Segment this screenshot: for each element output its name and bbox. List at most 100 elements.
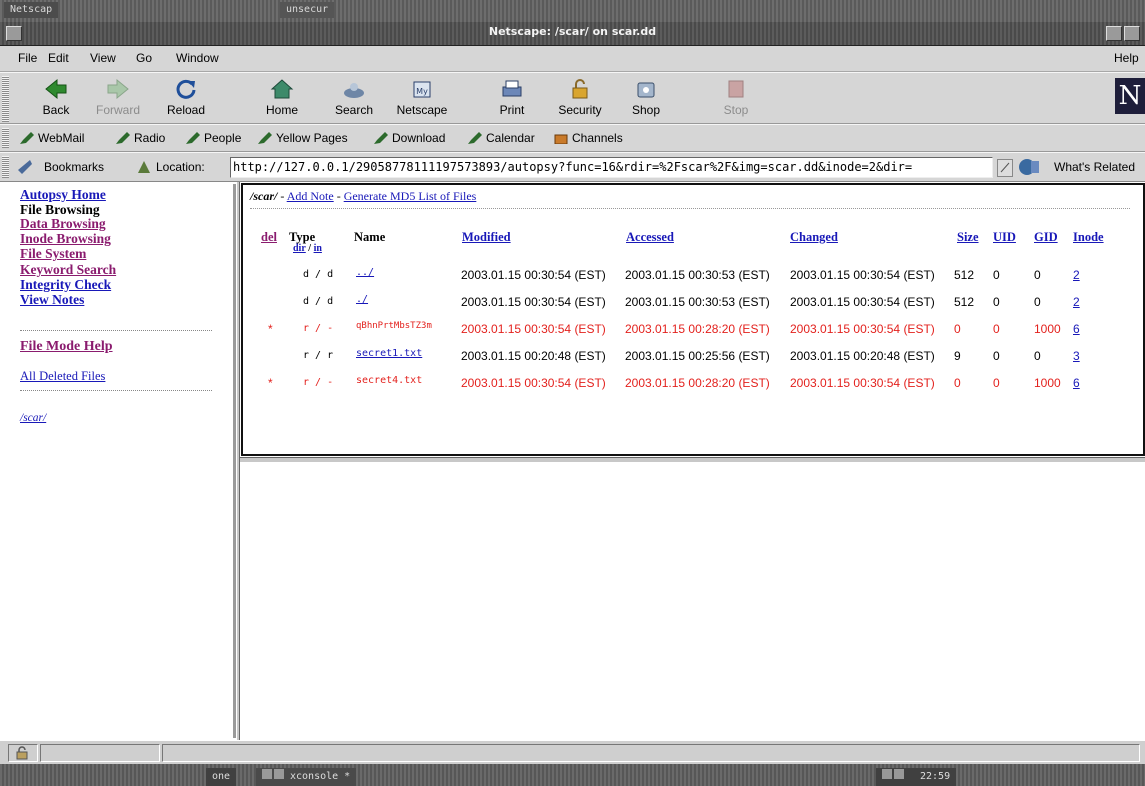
url-dropdown-button[interactable] — [997, 159, 1013, 177]
header-accessed[interactable]: Accessed — [626, 230, 674, 245]
menu-window[interactable]: Window — [176, 51, 219, 65]
desktop-taskbar: one xconsole * 22:59 — [0, 764, 1145, 786]
desktop-task-unsecure[interactable]: unsecur — [280, 2, 335, 18]
bookmark-pen-icon — [186, 132, 200, 144]
unlocked-padlock-icon — [16, 746, 28, 760]
home-button[interactable]: Home — [250, 76, 314, 122]
menu-file[interactable]: File — [18, 51, 37, 65]
cell-name: secret4.txt — [356, 375, 423, 386]
cell-inode[interactable]: 3 — [1073, 349, 1080, 363]
print-label: Print — [499, 103, 525, 117]
shop-label: Shop — [631, 103, 661, 117]
window-title: Netscape: /scar/ on scar.dd — [488, 25, 657, 38]
maximize-button[interactable] — [1124, 26, 1140, 41]
search-button[interactable]: Search — [322, 76, 386, 122]
header-modified[interactable]: Modified — [462, 230, 511, 245]
home-label: Home — [265, 103, 298, 117]
cell-inode[interactable]: 2 — [1073, 295, 1080, 309]
nav-file-system[interactable]: File System — [20, 247, 86, 261]
reload-button[interactable]: Reload — [154, 76, 218, 122]
forward-button[interactable]: Forward — [86, 76, 150, 122]
people-link[interactable]: People — [186, 131, 241, 145]
sort-in-link[interactable]: in — [314, 243, 322, 254]
taskbar-xconsole[interactable]: xconsole * — [256, 768, 357, 786]
personal-toolbar-grip[interactable] — [2, 128, 9, 148]
radio-link[interactable]: Radio — [116, 131, 165, 145]
taskbar-button-icon — [894, 769, 904, 779]
cell-modified: 2003.01.15 00:30:54 (EST) — [461, 295, 606, 309]
security-button[interactable]: Security — [548, 76, 612, 122]
menu-go[interactable]: Go — [136, 51, 152, 65]
whats-related-button[interactable]: What's Related — [1018, 157, 1145, 179]
toolbar-grip[interactable] — [2, 76, 9, 122]
back-button[interactable]: Back — [24, 76, 88, 122]
location-label: Location: — [156, 160, 205, 174]
cell-inode[interactable]: 2 — [1073, 268, 1080, 282]
shop-button[interactable]: Shop — [614, 76, 678, 122]
search-icon — [344, 83, 364, 98]
pager-desktop[interactable]: one — [206, 768, 237, 786]
header-changed[interactable]: Changed — [790, 230, 838, 245]
breadcrumb-separator: - — [333, 189, 344, 203]
nav-inode-browsing[interactable]: Inode Browsing — [20, 232, 111, 246]
minimize-button[interactable] — [1106, 26, 1122, 41]
nav-view-notes[interactable]: View Notes — [20, 293, 84, 307]
desktop-task-netscape[interactable]: Netscap — [4, 2, 59, 18]
netscape-logo[interactable]: N — [1115, 78, 1145, 114]
location-toolbar-grip[interactable] — [2, 156, 9, 178]
location-url-input[interactable]: http://127.0.0.1/29058778111197573893/au… — [230, 157, 993, 178]
calendar-link[interactable]: Calendar — [468, 131, 535, 145]
yellow-pages-link[interactable]: Yellow Pages — [258, 131, 348, 145]
nav-autopsy-home[interactable]: Autopsy Home — [20, 188, 106, 202]
print-button[interactable]: Print — [480, 76, 544, 122]
cell-accessed: 2003.01.15 00:25:56 (EST) — [625, 349, 770, 363]
forward-arrow-icon — [107, 78, 129, 100]
channels-icon — [554, 134, 568, 144]
menu-help[interactable]: Help — [1114, 51, 1139, 65]
generate-md5-link[interactable]: Generate MD5 List of Files — [344, 189, 477, 203]
download-link[interactable]: Download — [374, 131, 445, 145]
cell-type: r / - — [303, 377, 334, 388]
nav-divider — [20, 390, 212, 391]
cell-name[interactable]: secret1.txt — [356, 348, 422, 359]
location-icon[interactable] — [136, 159, 152, 175]
nav-file-mode-help[interactable]: File Mode Help — [20, 340, 113, 354]
menu-view[interactable]: View — [90, 51, 116, 65]
status-message-field — [162, 744, 1140, 762]
channels-link[interactable]: Channels — [554, 131, 623, 145]
cell-name[interactable]: ../ — [356, 267, 374, 278]
header-size[interactable]: Size — [957, 230, 979, 245]
nav-dir-scar[interactable]: /scar/ — [20, 412, 46, 425]
stop-button[interactable]: Stop — [704, 76, 768, 122]
forward-label: Forward — [95, 103, 140, 117]
header-del[interactable]: del — [261, 230, 277, 245]
personal-toolbar: WebMail Radio People Yellow Pages Downlo… — [0, 124, 1145, 152]
cell-modified: 2003.01.15 00:30:54 (EST) — [461, 376, 606, 390]
nav-file-browsing: File Browsing — [20, 202, 100, 217]
cell-gid: 0 — [1034, 268, 1041, 282]
cell-accessed: 2003.01.15 00:28:20 (EST) — [625, 376, 770, 390]
reload-icon — [176, 79, 196, 99]
netscape-button[interactable]: My Netscape — [390, 76, 454, 122]
breadcrumb-divider — [250, 208, 1130, 209]
cell-inode[interactable]: 6 — [1073, 376, 1080, 390]
sort-dir-link[interactable]: dir — [293, 243, 306, 254]
nav-divider — [20, 330, 212, 331]
menu-edit[interactable]: Edit — [48, 51, 69, 65]
nav-keyword-search[interactable]: Keyword Search — [20, 263, 116, 277]
nav-data-browsing[interactable]: Data Browsing — [20, 217, 106, 231]
header-uid[interactable]: UID — [993, 230, 1016, 245]
window-title-bar[interactable]: Netscape: /scar/ on scar.dd — [0, 22, 1145, 46]
nav-integrity-check[interactable]: Integrity Check — [20, 278, 111, 292]
header-name: Name — [354, 230, 386, 244]
header-gid[interactable]: GID — [1034, 230, 1058, 245]
breadcrumb: /scar/ - Add Note - Generate MD5 List of… — [250, 189, 476, 204]
nav-all-deleted-files[interactable]: All Deleted Files — [20, 370, 105, 383]
webmail-link[interactable]: WebMail — [20, 131, 84, 145]
header-inode[interactable]: Inode — [1073, 230, 1104, 245]
cell-modified: 2003.01.15 00:30:54 (EST) — [461, 322, 606, 336]
cell-inode[interactable]: 6 — [1073, 322, 1080, 336]
add-note-link[interactable]: Add Note — [287, 189, 334, 203]
security-status[interactable] — [8, 744, 38, 762]
cell-name[interactable]: ./ — [356, 294, 368, 305]
